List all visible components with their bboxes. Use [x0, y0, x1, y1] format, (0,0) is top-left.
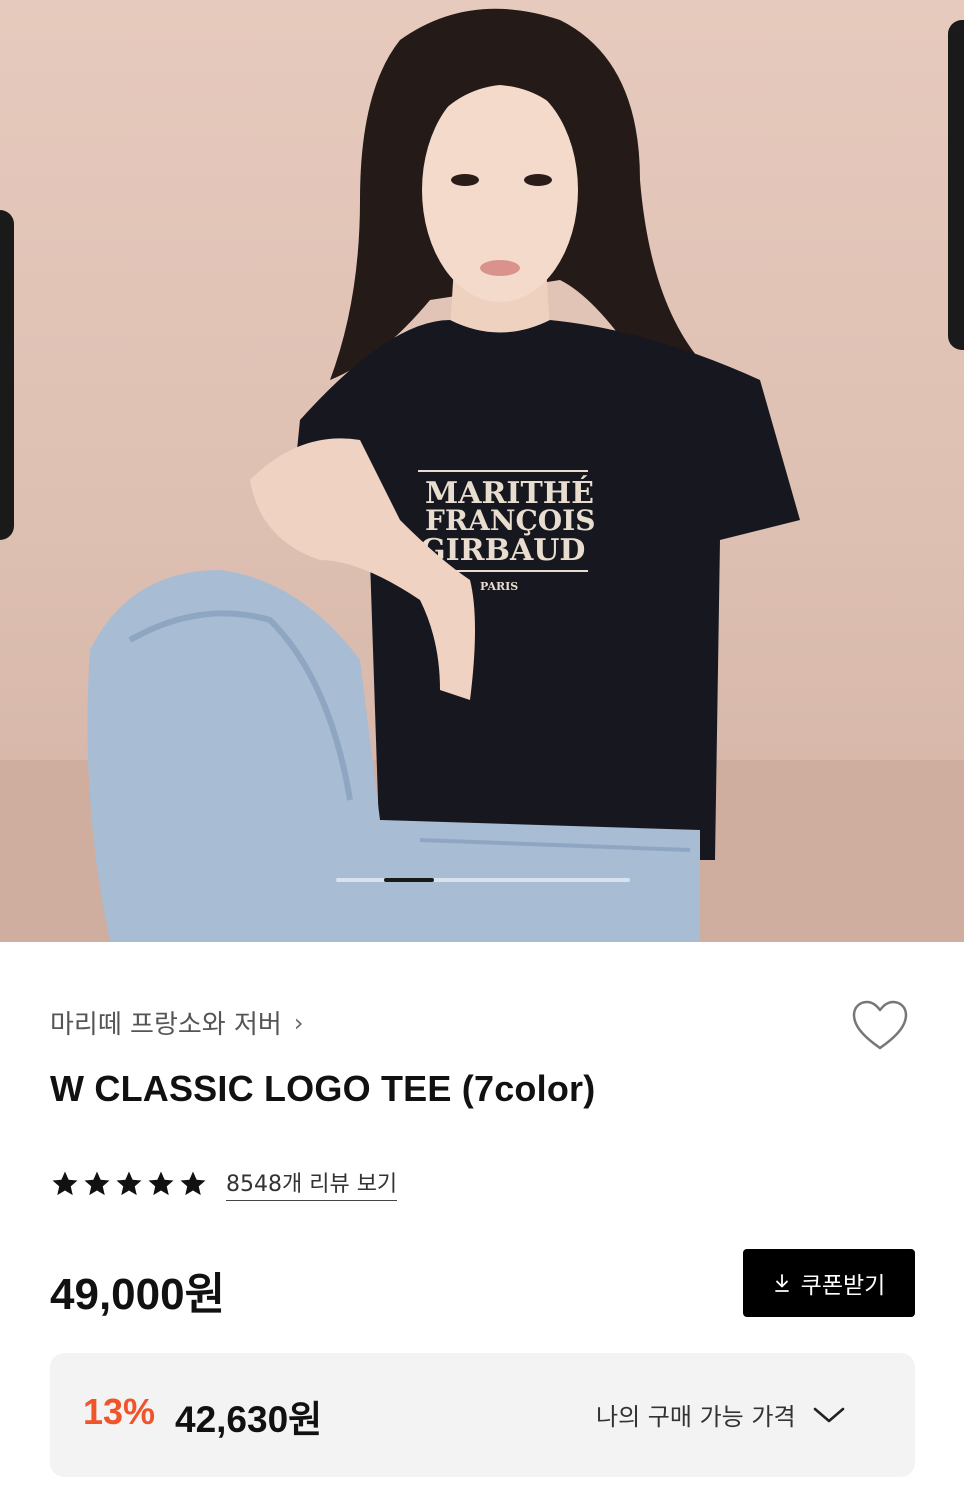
- my-price-toggle[interactable]: 나의 구매 가능 가격: [596, 1397, 846, 1432]
- coupon-button[interactable]: 쿠폰받기: [743, 1249, 915, 1317]
- chevron-right-icon: ›: [293, 1008, 304, 1037]
- coupon-button-label: 쿠폰받기: [800, 1273, 886, 1299]
- review-link[interactable]: 8548개 리뷰 보기: [226, 1166, 398, 1201]
- product-photo: MARITHÉ FRANÇOIS GIRBAUD PARIS: [0, 8, 964, 942]
- product-image-carousel[interactable]: MARITHÉ FRANÇOIS GIRBAUD PARIS: [0, 0, 964, 942]
- carousel-indicator: [336, 878, 630, 882]
- heart-outline-icon[interactable]: [850, 998, 910, 1054]
- next-image-peek: [948, 20, 964, 350]
- discount-price: 42,630원: [175, 1399, 323, 1440]
- rating-row: 8548개 리뷰 보기: [50, 1166, 398, 1201]
- carousel-indicator-active: [384, 878, 434, 882]
- star-filled-icon: [52, 1171, 78, 1195]
- my-price-panel[interactable]: 13% 42,630원 나의 구매 가능 가격: [50, 1353, 915, 1477]
- star-filled-icon: [84, 1171, 110, 1195]
- my-price-label: 나의 구매 가능 가격: [596, 1403, 796, 1431]
- discount-percent: 13%: [83, 1391, 156, 1432]
- brand-link[interactable]: 마리떼 프랑소와 저버 ›: [50, 1004, 303, 1041]
- chevron-down-icon: [813, 1407, 844, 1422]
- star-filled-icon: [148, 1171, 174, 1195]
- star-rating: [50, 1169, 208, 1199]
- star-filled-icon: [180, 1171, 206, 1195]
- shirt-print-line-4: PARIS: [480, 580, 518, 593]
- download-arrow-icon: [774, 1274, 789, 1292]
- product-title: W CLASSIC LOGO TEE (7color): [50, 1068, 596, 1109]
- star-filled-icon: [116, 1171, 142, 1195]
- brand-name: 마리떼 프랑소와 저버: [50, 1010, 282, 1040]
- original-price: 49,000원: [50, 1270, 226, 1319]
- prev-image-peek: [0, 210, 14, 540]
